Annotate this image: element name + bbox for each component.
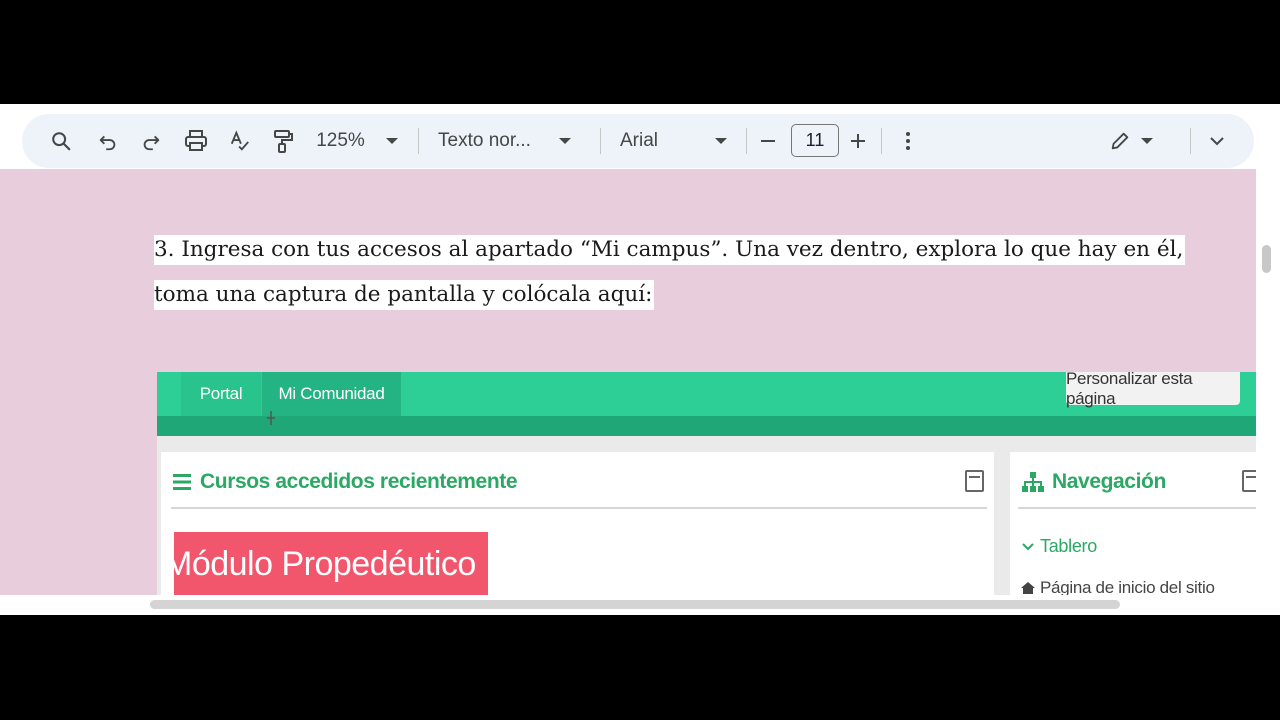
divider <box>1018 507 1256 509</box>
paragraph-line-1[interactable]: 3. Ingresa con tus accesos al apartado “… <box>154 235 1186 265</box>
nav-item-tablero-label: Tablero <box>1040 536 1097 556</box>
horizontal-scrollbar[interactable] <box>150 600 1120 609</box>
minimize-icon <box>1242 470 1256 492</box>
chevron-down-icon <box>715 138 728 144</box>
undo-icon[interactable] <box>92 114 124 168</box>
zoom-value: 125% <box>316 130 365 151</box>
decrease-font-size-button[interactable] <box>758 114 778 168</box>
recent-courses-title: Cursos accedidos recientemente <box>173 470 518 494</box>
document-canvas[interactable]: 3. Ingresa con tus accesos al apartado “… <box>0 169 1256 615</box>
collapse-menus-button[interactable] <box>1204 114 1230 168</box>
navigation-title: Navegación <box>1022 470 1166 494</box>
paint-format-icon[interactable] <box>267 114 299 168</box>
navigation-block: Navegación Tablero Página de inicio del … <box>1010 452 1256 615</box>
campus-nav-subbar <box>157 416 1256 436</box>
recent-courses-block: Cursos accedidos recientemente Módulo Pr… <box>161 452 994 615</box>
more-vert-icon[interactable] <box>898 114 918 168</box>
editing-mode-button[interactable] <box>1106 114 1156 168</box>
course-banner: Módulo Propedéutico <box>174 532 488 596</box>
nav-item-tablero: Tablero <box>1022 536 1097 557</box>
spellcheck-icon[interactable] <box>224 114 256 168</box>
paragraph-style-value: Texto nor... <box>438 130 531 151</box>
paragraph-style-select[interactable]: Texto nor... <box>438 114 582 168</box>
chevron-down-icon <box>1141 138 1153 144</box>
chevron-down-icon <box>558 138 571 144</box>
search-icon[interactable] <box>44 114 78 168</box>
embedded-screenshot[interactable]: Portal Mi Comunidad Personalizar esta pá… <box>157 372 1256 615</box>
course-banner-label: Módulo Propedéutico <box>174 544 476 583</box>
browser-viewport: 125% Texto nor... Arial 11 3. Ingresa co… <box>0 104 1280 615</box>
list-icon <box>173 474 191 490</box>
tab-portal: Portal <box>181 372 261 416</box>
increase-font-size-button[interactable] <box>848 114 868 168</box>
font-family-value: Arial <box>620 130 659 151</box>
minimize-icon <box>965 470 984 492</box>
plus-icon <box>851 134 865 148</box>
divider <box>171 507 987 509</box>
divider <box>600 128 601 154</box>
edit-pencil-icon <box>1111 132 1129 150</box>
divider <box>1190 128 1191 154</box>
divider <box>418 128 419 154</box>
divider <box>881 128 882 154</box>
chevron-down-icon <box>1022 542 1034 550</box>
font-size-input[interactable]: 11 <box>791 124 839 157</box>
home-icon <box>1021 582 1035 594</box>
docs-toolbar: 125% Texto nor... Arial 11 <box>22 114 1254 168</box>
text-cursor-icon <box>267 411 275 425</box>
font-family-select[interactable]: Arial <box>620 114 730 168</box>
sitemap-icon <box>1022 472 1044 492</box>
vertical-scrollbar[interactable] <box>1262 245 1271 273</box>
navigation-label: Navegación <box>1052 470 1166 493</box>
chevron-down-icon <box>1210 137 1224 146</box>
recent-courses-label: Cursos accedidos recientemente <box>200 470 518 493</box>
chevron-down-icon <box>385 138 398 144</box>
print-icon[interactable] <box>179 114 213 168</box>
paragraph-line-2[interactable]: toma una captura de pantalla y colócala … <box>154 280 655 310</box>
customize-page-button: Personalizar esta página <box>1066 372 1240 408</box>
redo-icon[interactable] <box>135 114 167 168</box>
zoom-select[interactable]: 125% <box>312 114 402 168</box>
minus-icon <box>761 140 775 142</box>
tab-mi-comunidad: Mi Comunidad <box>262 372 401 416</box>
divider <box>746 128 747 154</box>
